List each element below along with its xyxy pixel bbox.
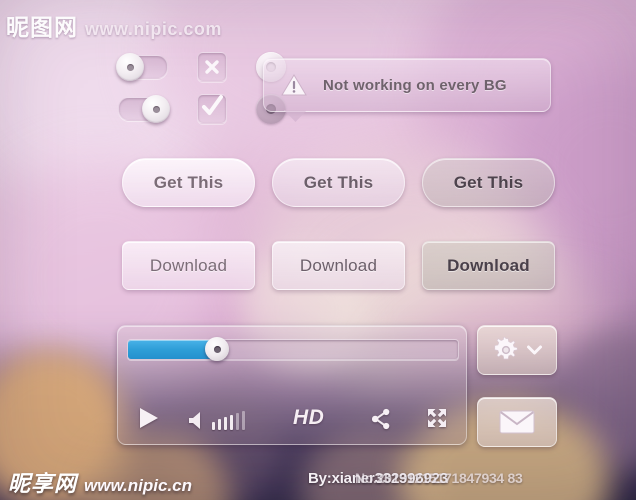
control-row-bottom [118,94,286,124]
button-label: Get This [303,172,374,192]
watermark-top: 昵图网 www.nipic.com [6,8,222,42]
hd-toggle[interactable]: HD [293,406,324,430]
watermark-bottom: 昵享网 www.nipic.cn [8,466,192,498]
volume-bar[interactable] [230,414,233,430]
fullscreen-button[interactable] [425,406,449,430]
share-icon [371,408,390,430]
toggle-switch-on[interactable] [118,95,170,123]
x-mark-icon [205,60,219,74]
chevron-down-icon[interactable] [526,345,542,355]
watermark-image-id: No.20131215171847934 83 [355,470,523,486]
share-button[interactable] [370,408,392,430]
toggle-knob[interactable] [116,53,144,81]
volume-level-bars[interactable] [212,410,245,430]
get-this-button-frosted[interactable]: Get This [272,158,405,207]
checkbox-check[interactable] [197,94,227,124]
gear-icon [494,337,517,360]
watermark-bottom-url: www.nipic.cn [84,476,193,495]
button-label: Download [299,255,378,275]
watermark-top-url: www.nipic.com [85,19,222,39]
get-this-button-dark[interactable]: Get This [422,158,555,207]
watermark-bottom-chinese: 昵享网 [8,471,78,496]
download-button-dark[interactable]: Download [422,241,555,290]
toggle-knob[interactable] [142,95,170,123]
media-player: HD [117,325,467,445]
play-icon [140,408,158,428]
play-button[interactable] [138,406,160,430]
screenshot-stage: 昵图网 www.nipic.com Not working on every B… [0,0,636,500]
control-row-top [116,52,286,82]
check-mark-icon [202,95,223,115]
tooltip-banner: Not working on every BG [263,58,551,122]
download-button-frosted[interactable]: Download [272,241,405,290]
volume-bar[interactable] [224,416,227,430]
volume-bar[interactable] [218,418,221,430]
watermark-top-chinese: 昵图网 [6,14,78,40]
button-label: Download [149,255,228,275]
button-label: Get This [453,172,524,192]
get-this-button-light[interactable]: Get This [122,158,255,207]
download-button-light[interactable]: Download [122,241,255,290]
tooltip-text: Not working on every BG [323,76,507,94]
mail-button[interactable] [477,397,557,447]
fullscreen-icon [428,409,446,427]
volume-bar[interactable] [236,412,239,430]
volume-control[interactable] [188,410,245,430]
progress-knob[interactable] [205,337,230,361]
checkbox-x[interactable] [197,52,227,82]
volume-bar[interactable] [242,410,245,430]
warning-triangle-icon [281,73,307,97]
volume-bar[interactable] [212,421,215,430]
hd-label: HD [293,406,325,429]
settings-button[interactable] [477,325,557,375]
envelope-icon [499,410,535,434]
progress-slider[interactable] [127,337,459,361]
speaker-icon [189,412,200,429]
button-label: Get This [153,172,224,192]
progress-fill [128,340,218,359]
button-label: Download [447,255,530,275]
toggle-switch-off[interactable] [116,53,168,81]
